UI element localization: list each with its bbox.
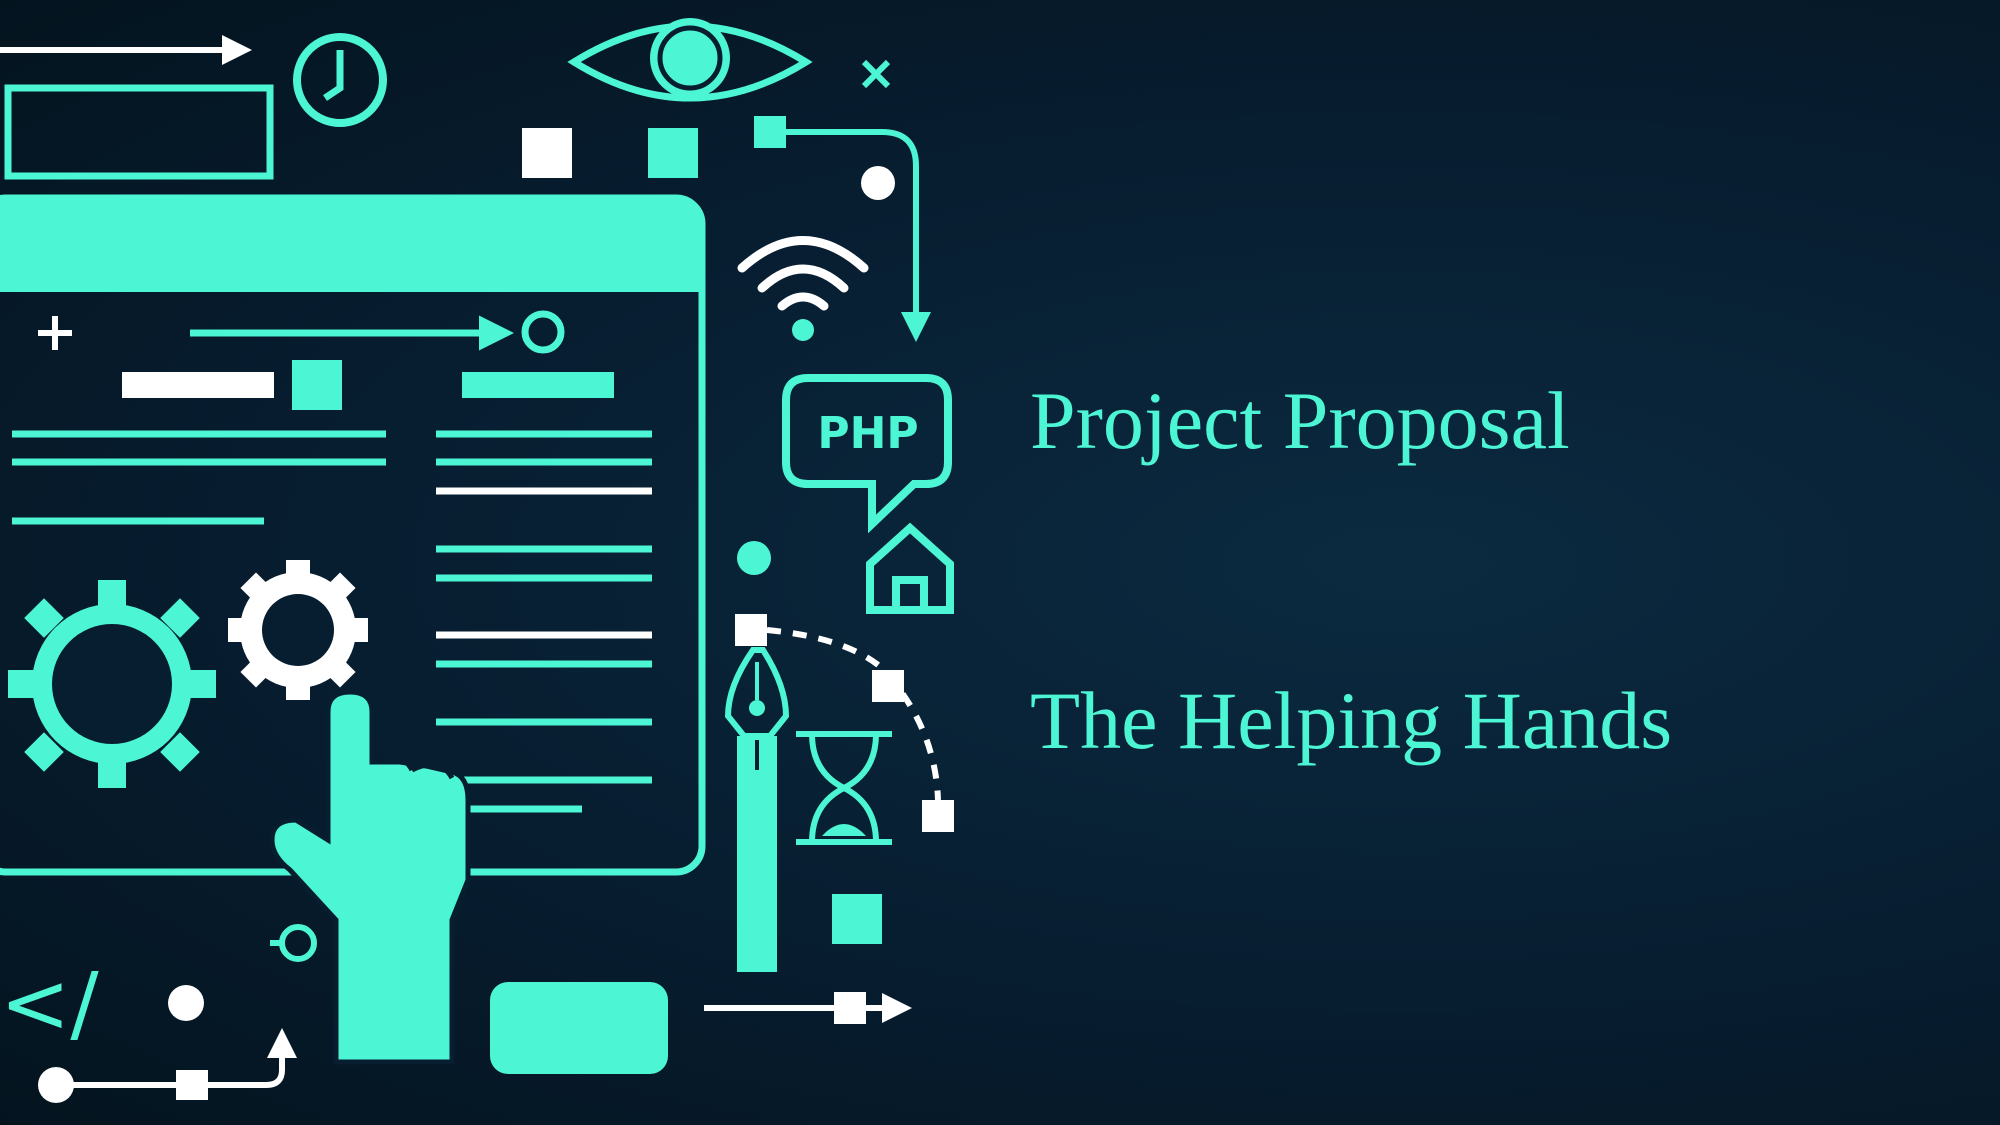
pen-nib-icon <box>724 647 790 972</box>
target-icon <box>270 924 317 962</box>
code-tag-icon: </ <box>0 954 99 1052</box>
php-speech-bubble-icon: PHP <box>782 374 952 534</box>
accent-square <box>648 128 698 178</box>
accent-square <box>832 894 882 944</box>
slide-title: Project Proposal <box>1030 375 1570 466</box>
outline-box <box>4 84 274 180</box>
gear-icon <box>8 580 216 788</box>
white-dot <box>168 985 204 1021</box>
php-label: PHP <box>817 408 918 459</box>
slide: PHP </ Project Proposal The Helping Hand… <box>0 0 2000 1125</box>
slide-subtitle: The Helping Hands <box>1030 675 1673 766</box>
white-dot <box>861 166 895 200</box>
eye-icon <box>567 18 813 102</box>
dashed-arc <box>766 627 941 801</box>
home-icon <box>866 522 954 614</box>
connector-square <box>754 116 786 148</box>
pointing-hand-icon <box>269 689 471 1065</box>
tech-illustration: PHP </ <box>0 18 954 1103</box>
rounded-block <box>490 982 668 1074</box>
hourglass-icon <box>796 731 892 845</box>
close-icon <box>861 59 891 89</box>
gear-icon <box>228 560 368 700</box>
clock-icon <box>293 33 387 127</box>
wifi-icon <box>737 236 869 311</box>
white-square <box>522 128 572 178</box>
